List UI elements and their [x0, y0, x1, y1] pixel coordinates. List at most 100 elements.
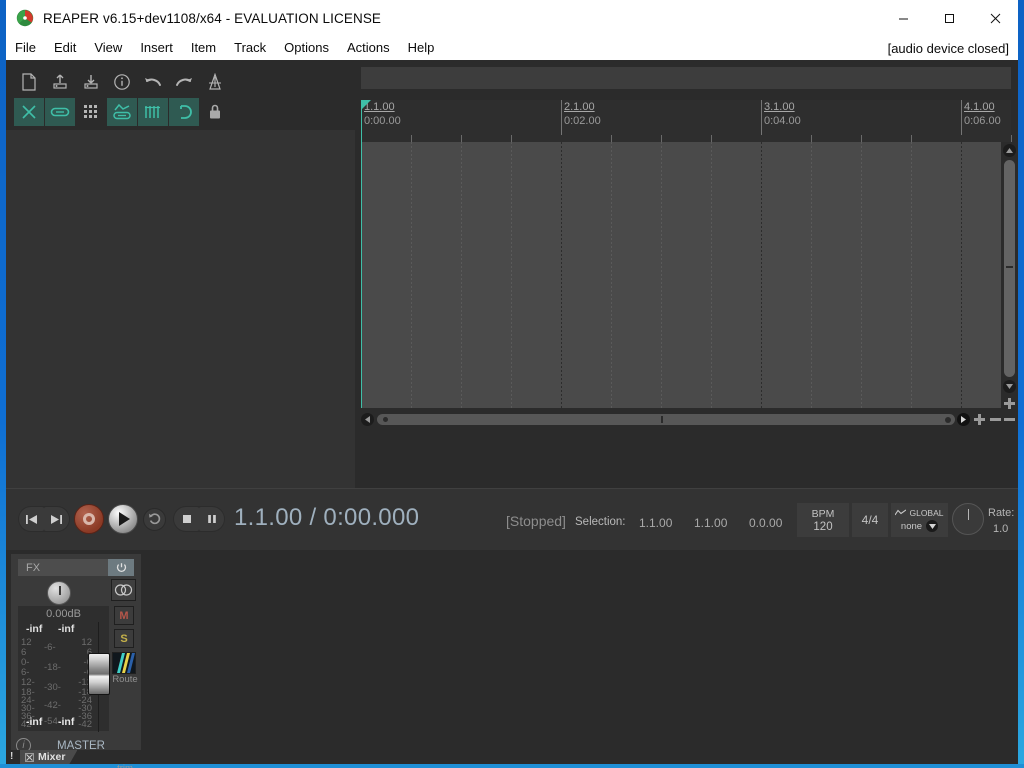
horizontal-scrollbar[interactable]	[361, 412, 1001, 427]
envelope-link-icon[interactable]	[107, 98, 137, 126]
global-automation-label: GLOBAL	[895, 508, 944, 518]
reaper-window: REAPER v6.15+dev1108/x64 - EVALUATION LI…	[0, 0, 1024, 768]
selection-end-value[interactable]: 1.1.00	[694, 516, 727, 530]
ruler-time-label: 0:00.00	[364, 115, 401, 127]
toolbar-row-options	[14, 98, 230, 126]
rate-label: Rate:	[988, 507, 1015, 519]
maximize-button[interactable]	[926, 0, 972, 36]
menu-item-view[interactable]: View	[85, 37, 131, 59]
pause-button[interactable]	[199, 507, 224, 531]
scroll-down-icon[interactable]	[1003, 380, 1016, 393]
toolbar-row-file	[14, 68, 230, 96]
meter-scale-center: -18-	[44, 662, 61, 673]
route-stripes-icon[interactable]	[112, 652, 136, 674]
arrange-top-strip	[361, 67, 1011, 89]
vertical-scrollbar[interactable]	[1001, 142, 1018, 488]
track-control-panel-area[interactable]	[6, 130, 358, 488]
vertical-scroll-thumb-mark	[1006, 266, 1013, 268]
h-thumb-handle-right[interactable]	[945, 417, 951, 423]
menu-item-insert[interactable]: Insert	[131, 37, 182, 59]
arrange-canvas[interactable]	[361, 142, 1011, 408]
meter-scale-center: -30-	[44, 682, 61, 693]
tab-mixer-label: Mixer	[38, 751, 66, 763]
selection-start-value[interactable]: 1.1.00	[639, 516, 672, 530]
crossfade-icon[interactable]	[14, 98, 44, 126]
repeat-button[interactable]	[143, 507, 166, 531]
fx-button[interactable]: FX	[18, 559, 108, 576]
scroll-left-icon[interactable]	[361, 413, 374, 426]
close-button[interactable]	[972, 0, 1018, 36]
zoom-in-horizontal-stem[interactable]	[978, 414, 981, 425]
arrange-view: 1.1.00 0:00.00 2.1.00 0:02.00 3.1.00 0:0…	[355, 60, 1018, 488]
power-icon[interactable]	[108, 559, 134, 576]
rate-value[interactable]: 1.0	[993, 523, 1008, 535]
menu-bar: File Edit View Insert Item Track Options…	[6, 36, 1018, 60]
gain-readout[interactable]: 0.00dB	[18, 608, 109, 620]
solo-button[interactable]: S	[114, 629, 134, 648]
horizontal-scroll-thumb[interactable]	[377, 414, 955, 425]
zoom-in-vertical-stem[interactable]	[1008, 398, 1011, 409]
vertical-scroll-thumb[interactable]	[1004, 160, 1015, 377]
loop-enable-icon[interactable]	[169, 98, 199, 126]
menu-item-options[interactable]: Options	[275, 37, 338, 59]
redo-icon[interactable]	[169, 68, 199, 96]
menu-item-edit[interactable]: Edit	[45, 37, 85, 59]
zoom-out-vertical-button[interactable]	[1004, 418, 1015, 421]
selection-length-value[interactable]: 0.0.00	[749, 516, 782, 530]
project-info-icon[interactable]	[107, 68, 137, 96]
menu-item-help[interactable]: Help	[399, 37, 444, 59]
stereo-io-icon[interactable]	[111, 579, 136, 601]
envelope-curve-icon	[895, 508, 907, 518]
grid-matrix-icon[interactable]	[76, 98, 106, 126]
time-display[interactable]: 1.1.00 / 0:00.000	[234, 504, 419, 532]
stop-button[interactable]	[174, 507, 199, 531]
time-signature-value[interactable]: 4/4	[862, 513, 879, 527]
global-automation-control[interactable]: GLOBAL none	[891, 503, 948, 537]
h-thumb-handle-left[interactable]	[383, 417, 388, 422]
snap-grid-icon[interactable]	[138, 98, 168, 126]
mixer-panel: FX 0.00dB -inf -inf 12 6 0- 6- 12- 18- 2…	[6, 550, 1018, 768]
scroll-up-icon[interactable]	[1003, 144, 1016, 157]
menu-item-item[interactable]: Item	[182, 37, 225, 59]
save-project-icon[interactable]	[76, 68, 106, 96]
playhead-flag-icon[interactable]	[362, 100, 371, 109]
zoom-out-horizontal-button[interactable]	[990, 418, 1001, 421]
transport-buttons	[18, 504, 225, 534]
metronome-icon[interactable]	[200, 68, 230, 96]
playhead-cursor[interactable]	[361, 100, 362, 408]
transport-stop-group	[173, 506, 225, 532]
close-icon[interactable]	[25, 753, 34, 762]
pan-knob[interactable]	[47, 581, 71, 605]
tab-mixer[interactable]: Mixer	[20, 750, 77, 764]
warning-icon[interactable]: !	[10, 751, 13, 762]
audio-device-status: [audio device closed]	[887, 40, 1009, 56]
global-automation-mode[interactable]: none	[901, 520, 939, 532]
undo-icon[interactable]	[138, 68, 168, 96]
scroll-right-icon[interactable]	[957, 413, 970, 426]
window-controls	[880, 0, 1018, 36]
new-project-icon[interactable]	[14, 68, 44, 96]
chevron-down-icon[interactable]	[926, 520, 939, 532]
menu-item-actions[interactable]: Actions	[338, 37, 399, 59]
play-button[interactable]	[108, 504, 138, 534]
go-to-start-icon[interactable]	[19, 507, 44, 531]
menu-item-file[interactable]: File	[6, 37, 45, 59]
meter-scale-center: -42-	[44, 700, 61, 711]
timeline-ruler[interactable]: 1.1.00 0:00.00 2.1.00 0:02.00 3.1.00 0:0…	[361, 100, 1012, 142]
record-button[interactable]	[74, 504, 104, 534]
ruler-time-label: 0:02.00	[564, 115, 601, 127]
bpm-control[interactable]: BPM 120	[797, 503, 849, 537]
play-state-label: [Stopped]	[506, 513, 566, 529]
open-project-icon[interactable]	[45, 68, 75, 96]
mute-button[interactable]: M	[114, 606, 134, 625]
menu-item-track[interactable]: Track	[225, 37, 275, 59]
volume-fader-handle[interactable]	[88, 653, 110, 695]
pan-knob-needle	[59, 586, 61, 595]
bpm-value[interactable]: 120	[813, 521, 832, 533]
time-signature-control[interactable]: 4/4	[852, 503, 888, 537]
go-to-end-icon[interactable]	[44, 507, 69, 531]
ripple-link-icon[interactable]	[45, 98, 75, 126]
playrate-knob[interactable]	[952, 503, 984, 535]
minimize-button[interactable]	[880, 0, 926, 36]
lock-icon[interactable]	[200, 98, 230, 126]
